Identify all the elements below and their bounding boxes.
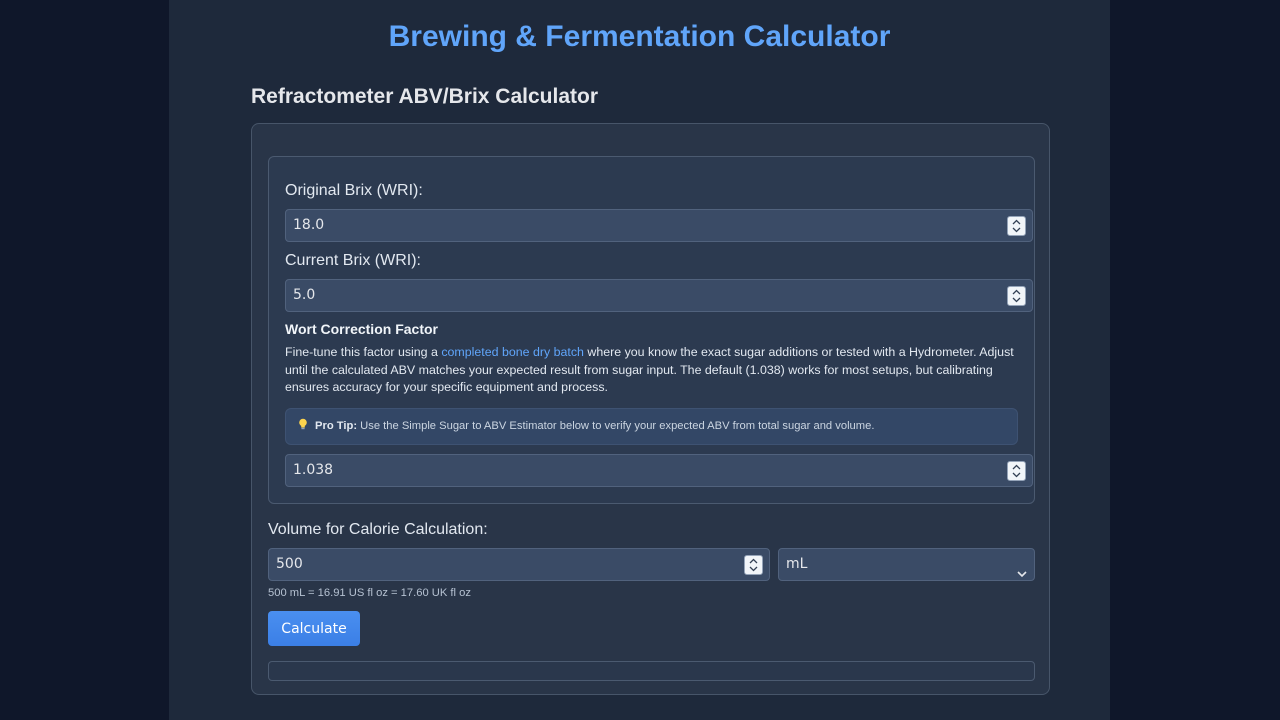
pro-tip-text: Use the Simple Sugar to ABV Estimator be…	[357, 420, 875, 432]
wort-correction-desc-start: Fine-tune this factor using a	[285, 345, 442, 359]
volume-unit-select[interactable]: mL	[778, 548, 1035, 581]
chevron-down-icon	[1016, 560, 1028, 591]
spin-updown-icon[interactable]	[1007, 216, 1026, 236]
spin-updown-icon[interactable]	[744, 555, 763, 575]
page-container: Brewing & Fermentation Calculator Refrac…	[169, 0, 1110, 720]
current-brix-label: Current Brix (WRI):	[285, 252, 421, 269]
wort-correction-input[interactable]: 1.038	[285, 454, 1033, 487]
volume-conversion-text: 500 mL = 16.91 US fl oz = 17.60 UK fl oz	[268, 587, 471, 599]
spin-updown-icon[interactable]	[1007, 286, 1026, 306]
current-brix-value: 5.0	[293, 287, 316, 303]
current-brix-input[interactable]: 5.0	[285, 279, 1033, 312]
original-brix-input[interactable]: 18.0	[285, 209, 1033, 242]
pro-tip-box: Pro Tip: Use the Simple Sugar to ABV Est…	[285, 408, 1018, 445]
pro-tip-label: Pro Tip:	[315, 420, 358, 432]
brix-inputs-panel: Original Brix (WRI): 18.0 Current Brix (…	[268, 156, 1035, 504]
volume-label: Volume for Calorie Calculation:	[268, 521, 488, 538]
original-brix-value: 18.0	[293, 217, 325, 233]
wort-correction-description: Fine-tune this factor using a completed …	[285, 344, 1015, 397]
wort-correction-value: 1.038	[293, 462, 334, 478]
volume-value: 500	[276, 556, 303, 572]
section-title: Refractometer ABV/Brix Calculator	[251, 85, 598, 108]
volume-unit-value: mL	[786, 556, 808, 572]
bone-dry-batch-link[interactable]: completed bone dry batch	[441, 345, 584, 359]
wort-correction-title: Wort Correction Factor	[285, 321, 438, 337]
app-title: Brewing & Fermentation Calculator	[388, 20, 891, 53]
lightbulb-icon	[298, 409, 309, 444]
refractometer-card: Original Brix (WRI): 18.0 Current Brix (…	[251, 123, 1050, 695]
original-brix-label: Original Brix (WRI):	[285, 182, 423, 199]
calculate-button[interactable]: Calculate	[268, 611, 360, 646]
result-area	[268, 661, 1035, 681]
spin-updown-icon[interactable]	[1007, 461, 1026, 481]
volume-input[interactable]: 500	[268, 548, 770, 581]
